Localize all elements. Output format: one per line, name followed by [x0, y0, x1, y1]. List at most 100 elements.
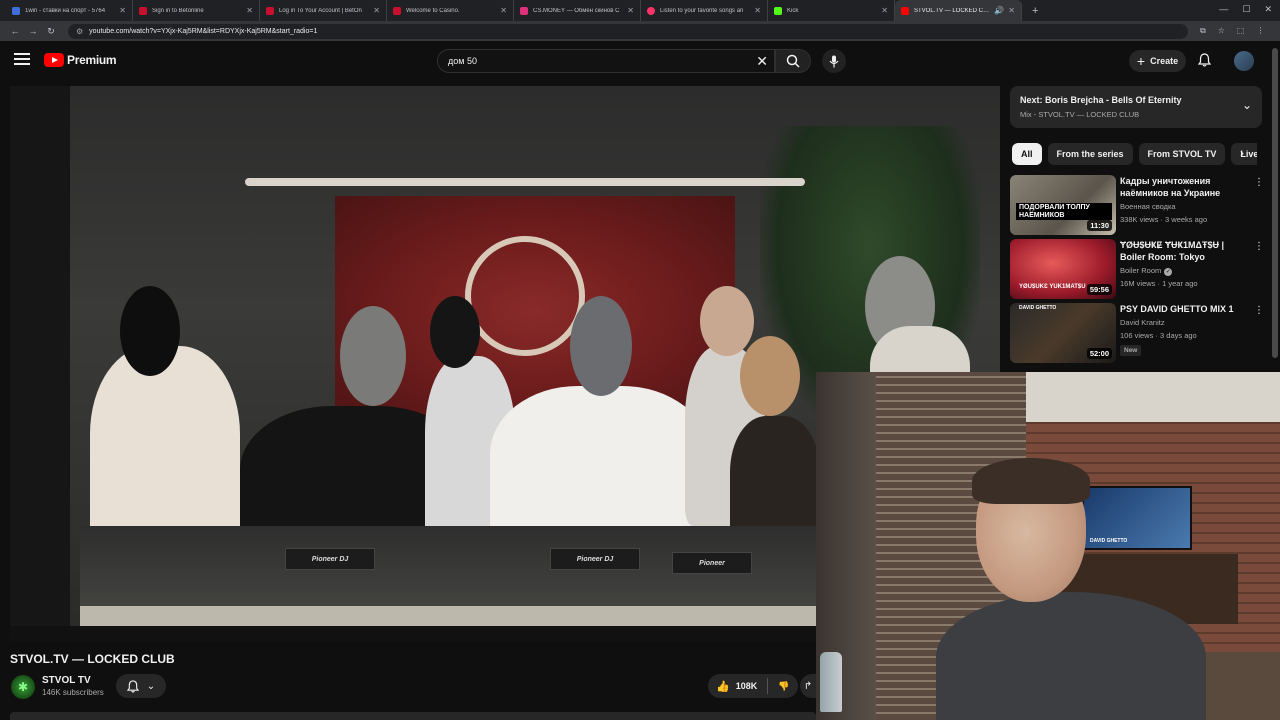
video-thumbnail[interactable]: YØU$UKƐ YUK1MAT$U 59:56 [1010, 239, 1116, 299]
video-meta: 338K views · 3 weeks ago [1120, 215, 1208, 224]
tab-title: Listen to your favorite songs an [660, 7, 744, 14]
video-meta: 16M views · 1 year ago [1120, 279, 1198, 288]
tab-title: CS.MONEY — Обмен скинов C [533, 7, 620, 14]
channel-name: David Kranitz [1120, 318, 1165, 327]
reload-icon[interactable]: ↻ [42, 26, 60, 37]
close-tab-icon[interactable]: ✕ [1008, 6, 1015, 15]
thumbnail-caption: DAVID GHETTO [1019, 305, 1057, 311]
extensions-icon[interactable]: ⬚ [1237, 26, 1245, 36]
close-window-icon[interactable]: ✕ [1264, 4, 1272, 15]
video-frame-rail [245, 178, 805, 186]
video-title-main: STVOL.TV — LOCKED CLUB [10, 652, 175, 666]
more-options-icon[interactable]: ⋮ [1254, 305, 1264, 316]
address-bar: ← → ↻ ⚙ youtube.com/watch?v=YXjx-Kaj5RM&… [0, 21, 1280, 41]
notifications-bell-icon[interactable] [1197, 53, 1212, 70]
browser-tab[interactable]: Log in To Your Account | BetOn ✕ [260, 0, 387, 21]
browser-tab[interactable]: CS.MONEY — Обмен скинов C ✕ [514, 0, 641, 21]
browser-tab[interactable]: Listen to your favorite songs an ✕ [641, 0, 768, 21]
recommended-video[interactable]: ПОДОРВАЛИ ТОЛПУ НАЁМНИКОВ 11:30 Кадры ун… [1010, 175, 1272, 235]
video-person-head [120, 286, 180, 376]
channel-name: Boiler Room ✓ [1120, 266, 1173, 276]
play-logo-icon [44, 53, 64, 67]
like-button[interactable]: 👍 108K 👎 [708, 674, 798, 698]
chip-all[interactable]: All [1012, 143, 1042, 165]
share-button[interactable]: ↱ [800, 674, 816, 698]
like-divider [767, 678, 769, 694]
channel-name-main[interactable]: STVOL TV [42, 675, 91, 686]
url-text: youtube.com/watch?v=YXjx-Kaj5RM&list=RDY… [89, 27, 318, 35]
video-thumbnail[interactable]: DAVID GHETTO 52:00 [1010, 303, 1116, 363]
open-in-icon[interactable]: ⧉ [1200, 26, 1206, 36]
thumbnail-caption: ПОДОРВАЛИ ТОЛПУ НАЁМНИКОВ [1016, 203, 1112, 221]
up-next-panel[interactable]: Next: Boris Brejcha - Bells Of Eternity … [1010, 86, 1262, 128]
maximize-icon[interactable]: ☐ [1242, 4, 1250, 15]
voice-search-button[interactable] [822, 49, 846, 73]
channel-name: Военная сводка [1120, 202, 1176, 211]
clear-search-icon[interactable]: ✕ [756, 53, 768, 70]
close-tab-icon[interactable]: ✕ [627, 6, 634, 15]
minimize-icon[interactable]: — [1219, 4, 1228, 15]
browser-tab[interactable]: 1win - ставки на спорт - 5764 ✕ [6, 0, 133, 21]
more-options-icon[interactable]: ⋮ [1254, 241, 1264, 252]
video-person-head [700, 286, 754, 356]
tab-title: Sign in to Betonline [152, 7, 204, 14]
recommended-video[interactable]: YØU$UKƐ YUK1MAT$U 59:56 ɎØɄ$ɄҜɆ ɎɄҜ1MΔŦ$… [1010, 239, 1272, 299]
subscribed-button[interactable]: ⌄ [116, 674, 166, 698]
account-avatar[interactable] [1234, 51, 1254, 71]
webcam-streamer [936, 458, 1206, 720]
plus-icon: + [1136, 53, 1146, 69]
recommended-video[interactable]: DAVID GHETTO 52:00 PSY DAVID GHETTO MIX … [1010, 303, 1272, 363]
close-tab-icon[interactable]: ✕ [373, 6, 380, 15]
menu-dots-icon[interactable]: ⋮ [1256, 26, 1264, 36]
video-thumbnail[interactable]: ПОДОРВАЛИ ТОЛПУ НАЁМНИКОВ 11:30 [1010, 175, 1116, 235]
page-scrollbar[interactable] [1272, 48, 1278, 358]
up-next-title: Next: Boris Brejcha - Bells Of Eternity [1020, 95, 1182, 105]
webcam-ceiling [1026, 372, 1280, 422]
tab-favicon-icon [139, 6, 147, 15]
close-tab-icon[interactable]: ✕ [246, 6, 253, 15]
browser-tab[interactable]: Welcome to Casino. ✕ [387, 0, 514, 21]
close-tab-icon[interactable]: ✕ [500, 6, 507, 15]
chip-live[interactable]: Live [1231, 143, 1257, 165]
close-tab-icon[interactable]: ✕ [881, 6, 888, 15]
tab-title: Welcome to Casino. [406, 7, 460, 14]
url-field[interactable]: ⚙ youtube.com/watch?v=YXjx-Kaj5RM&list=R… [68, 23, 1188, 39]
chevron-down-icon[interactable]: ⌄ [1242, 98, 1252, 112]
close-tab-icon[interactable]: ✕ [754, 6, 761, 15]
tab-favicon-icon [774, 6, 782, 15]
hamburger-menu-icon[interactable] [14, 53, 30, 67]
more-options-icon[interactable]: ⋮ [1254, 177, 1264, 188]
speaker-icon[interactable]: 🔊 [994, 6, 1004, 15]
description-box[interactable] [10, 712, 816, 720]
dj-deck-label: Pioneer DJ [285, 548, 375, 570]
browser-tab[interactable]: Kick ✕ [768, 0, 895, 21]
browser-tab[interactable]: Sign in to Betonline ✕ [133, 0, 260, 21]
tab-favicon-icon [520, 6, 528, 15]
search-button[interactable] [775, 49, 811, 73]
chip-from-series[interactable]: From the series [1047, 143, 1133, 165]
tab-favicon-icon [266, 6, 274, 15]
create-button[interactable]: + Create [1129, 50, 1186, 72]
chevron-right-icon[interactable]: › [1240, 146, 1244, 160]
microphone-icon [829, 55, 839, 67]
youtube-logo[interactable]: Premium [44, 53, 117, 67]
search-input[interactable]: дом 50 ✕ [437, 49, 775, 73]
chip-from-channel[interactable]: From STVOL TV [1138, 143, 1226, 165]
forward-icon[interactable]: → [24, 26, 42, 36]
dj-deck-label: Pioneer [672, 552, 752, 574]
thumbs-down-icon[interactable]: 👎 [778, 681, 789, 692]
video-title: Кадры уничтожения наёмников на Украине [1120, 176, 1221, 199]
channel-avatar[interactable]: ✱ [11, 675, 35, 699]
bookmark-star-icon[interactable]: ☆ [1218, 26, 1225, 36]
video-person-head [430, 296, 480, 368]
new-tab-icon[interactable]: + [1032, 5, 1038, 17]
site-info-icon[interactable]: ⚙ [76, 27, 83, 36]
back-icon[interactable]: ← [6, 26, 24, 36]
video-frame-emblem [465, 236, 585, 356]
video-person-head [740, 336, 800, 416]
bell-icon [126, 679, 139, 693]
tab-title: Kick [787, 7, 799, 14]
webcam-streamer-hair [972, 458, 1090, 504]
close-tab-icon[interactable]: ✕ [119, 6, 126, 15]
browser-tab-active[interactable]: STVOL.TV — LOCKED CLUB 🔊 ✕ [895, 0, 1022, 21]
